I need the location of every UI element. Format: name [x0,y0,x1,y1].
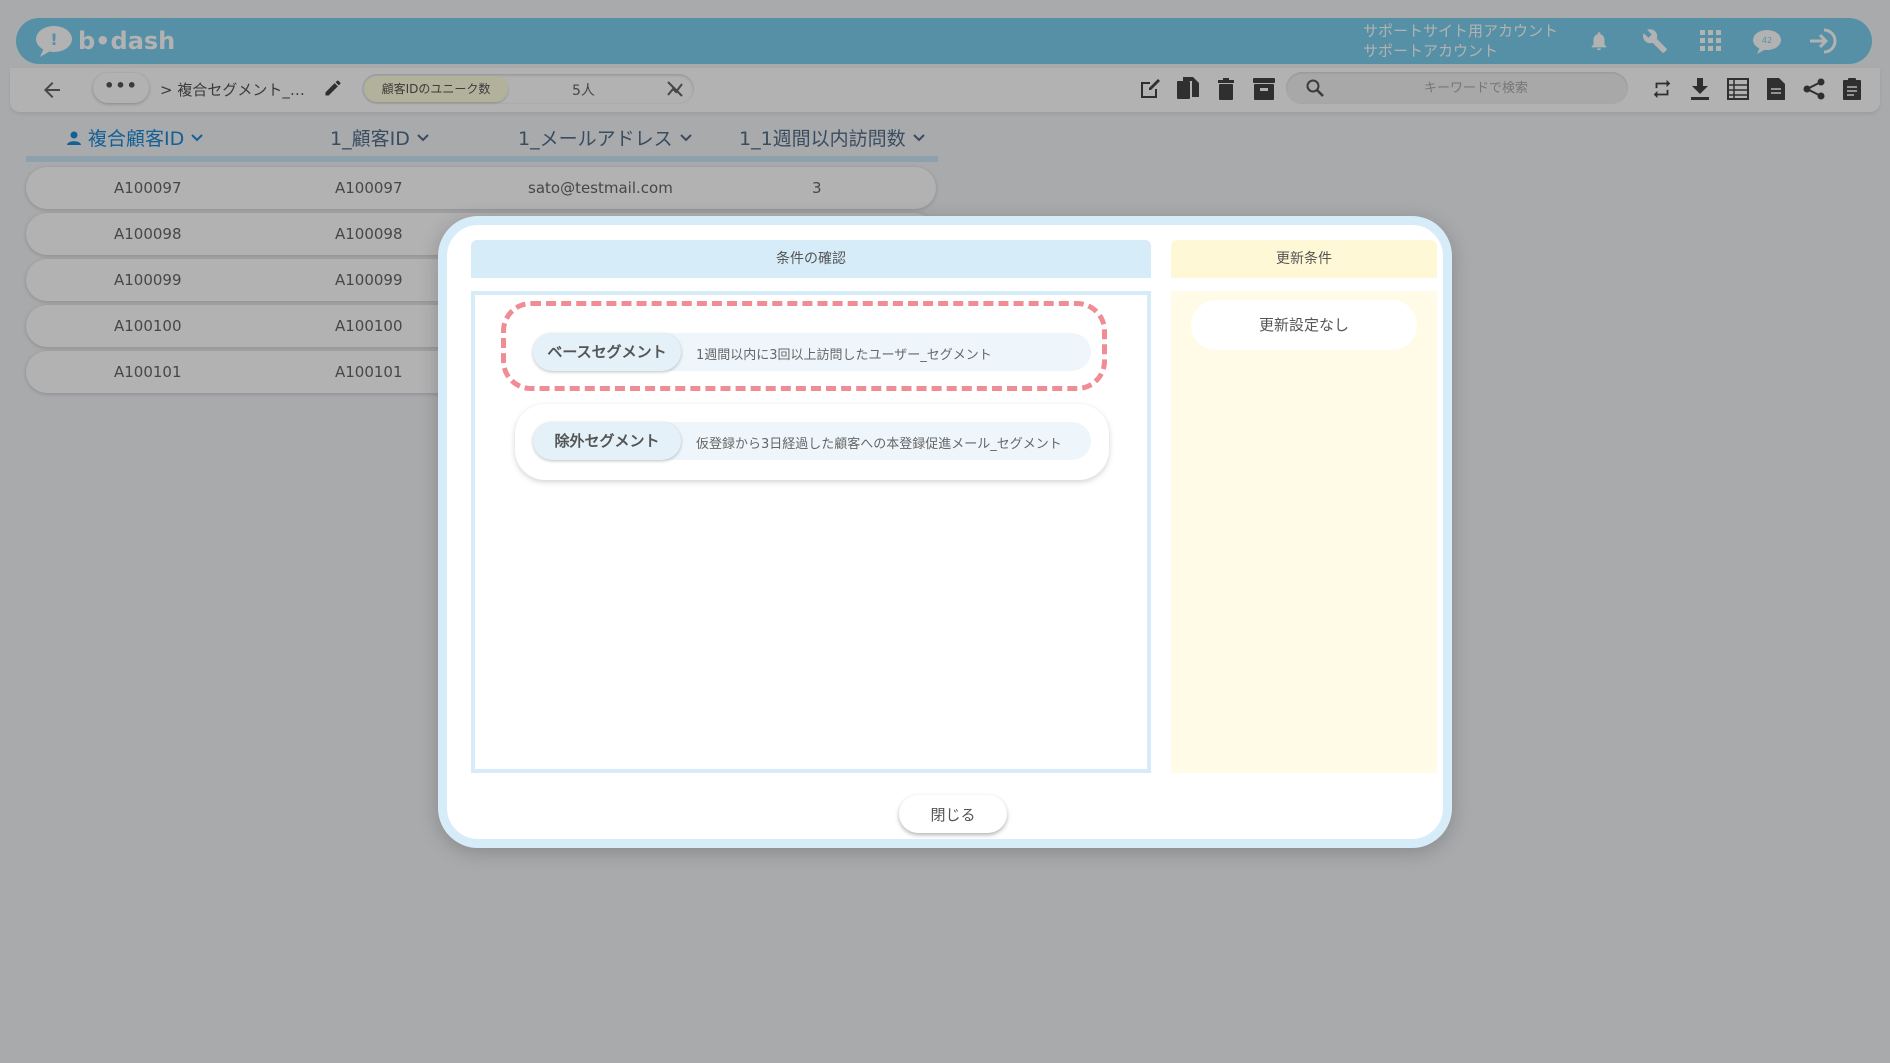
close-button[interactable]: 閉じる [899,795,1007,833]
no-update-setting: 更新設定なし [1191,300,1417,350]
condition-panel-title: 条件の確認 [471,240,1151,278]
exclude-segment-name: 仮登録から3日経過した顧客への本登録促進メール_セグメント [696,437,1062,452]
exclude-segment-card: 除外セグメント 仮登録から3日経過した顧客への本登録促進メール_セグメント [515,404,1109,480]
update-condition-panel: 更新設定なし [1171,291,1437,773]
condition-confirm-dialog: 条件の確認 ベースセグメント 1週間以内に3回以上訪問したユーザー_セグメント … [438,216,1452,848]
update-condition-title: 更新条件 [1171,240,1437,278]
exclude-segment-row[interactable]: 除外セグメント 仮登録から3日経過した顧客への本登録促進メール_セグメント [533,422,1091,460]
highlight-dashed-outline [501,301,1107,391]
exclude-segment-tag: 除外セグメント [533,422,681,460]
